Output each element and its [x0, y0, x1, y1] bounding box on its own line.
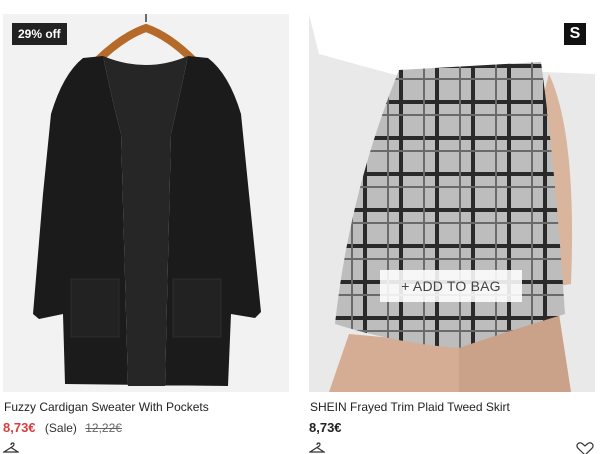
original-price: 12,22€ — [85, 421, 122, 435]
discount-badge: 29% off — [12, 23, 67, 45]
price-row: 8,73€ (Sale) 12,22€ — [3, 420, 122, 435]
product-card-skirt[interactable]: S + ADD TO BAG SHEIN Frayed Trim Plaid T… — [309, 14, 595, 454]
product-image-skirt[interactable]: S + ADD TO BAG — [309, 14, 595, 392]
heart-icon[interactable] — [576, 442, 594, 454]
price-row: 8,73€ — [309, 420, 342, 435]
add-to-bag-button[interactable]: + ADD TO BAG — [380, 270, 522, 302]
cardigan-photo — [33, 14, 261, 386]
brand-logo: S — [564, 23, 586, 45]
product-title[interactable]: Fuzzy Cardigan Sweater With Pockets — [4, 400, 209, 414]
sale-label: (Sale) — [44, 421, 77, 435]
hanger-icon[interactable] — [3, 442, 19, 454]
price: 8,73€ — [309, 420, 342, 435]
product-card-cardigan[interactable]: 29% off Fuzzy Cardigan Sweater With Pock… — [3, 14, 289, 454]
product-title[interactable]: SHEIN Frayed Trim Plaid Tweed Skirt — [310, 400, 510, 414]
hanger-icon[interactable] — [309, 442, 325, 454]
skirt-photo — [309, 14, 595, 392]
sale-price: 8,73€ — [3, 420, 36, 435]
product-image-cardigan[interactable]: 29% off — [3, 14, 289, 392]
